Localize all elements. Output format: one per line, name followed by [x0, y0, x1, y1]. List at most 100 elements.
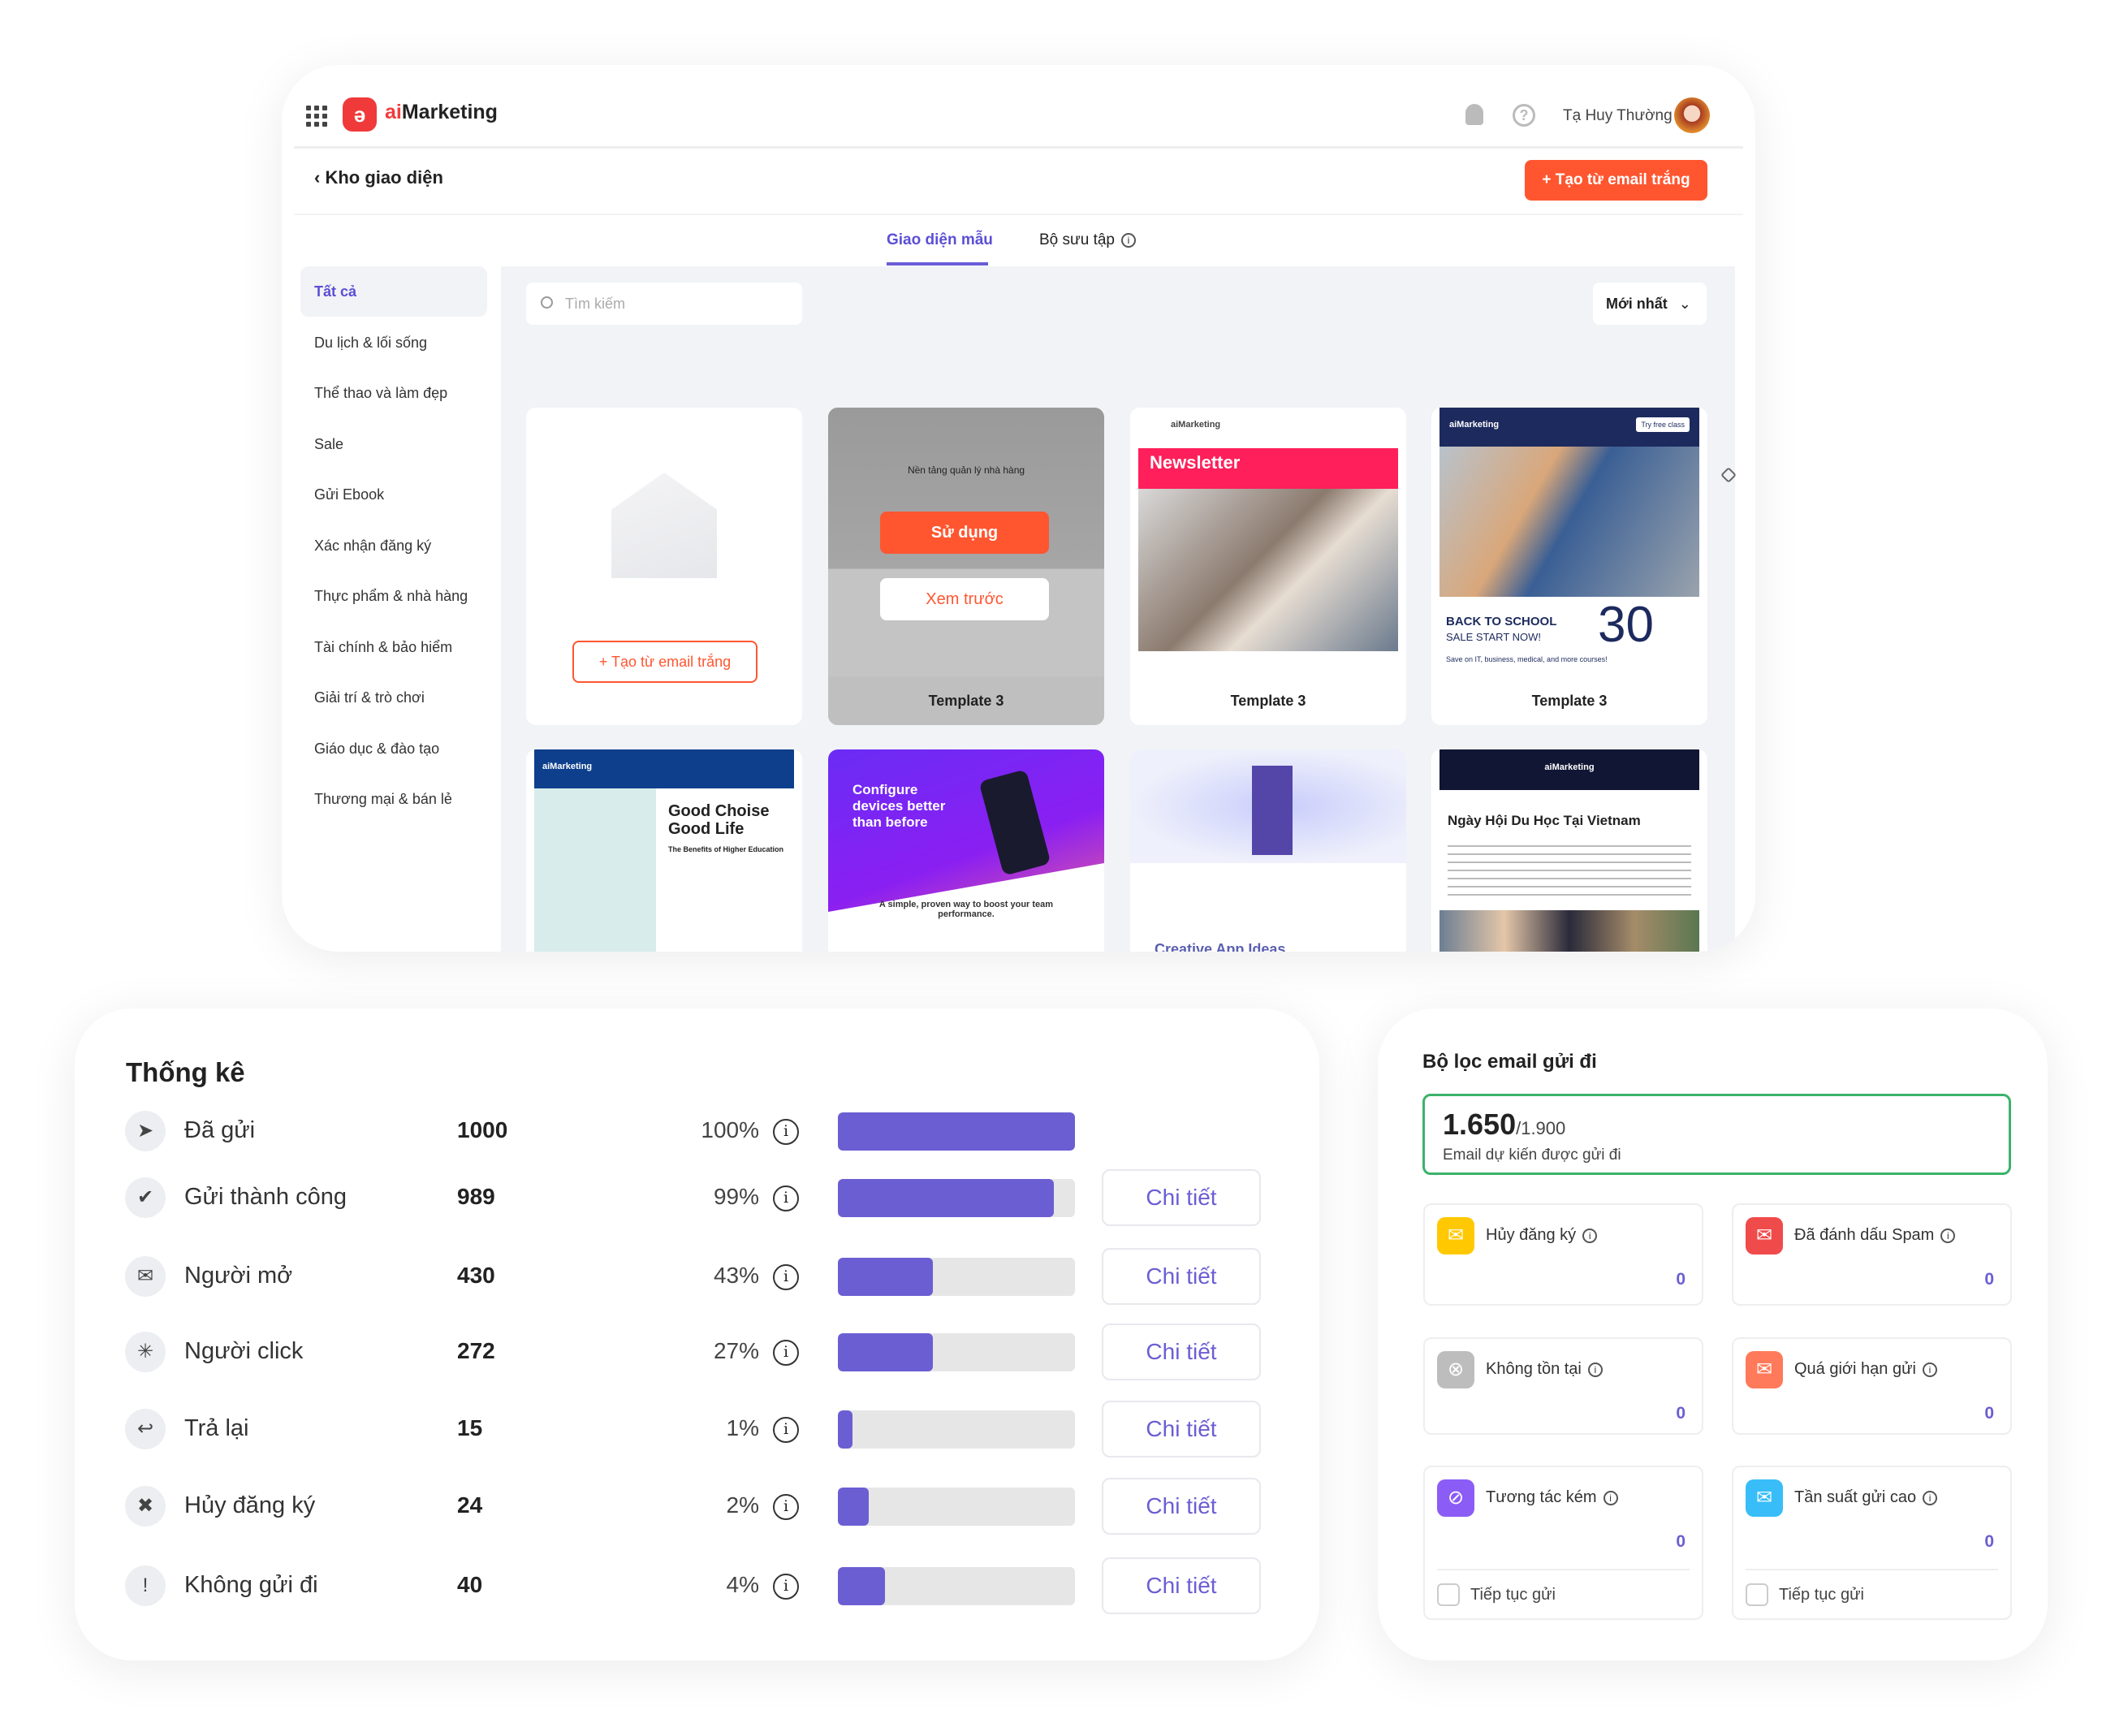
template-card[interactable]: Creative App Ideas — [1130, 749, 1406, 952]
continue-sending-checkbox[interactable] — [1437, 1583, 1460, 1606]
continue-sending-checkbox[interactable] — [1746, 1583, 1768, 1606]
blank-template-card[interactable]: + Tạo từ email trắng — [526, 408, 802, 725]
filter-label-text: Tần suất gửi cao — [1794, 1488, 1917, 1506]
info-icon[interactable]: i — [773, 1185, 799, 1211]
create-blank-email-button[interactable]: + Tạo từ email trắng — [1525, 160, 1707, 201]
detail-button[interactable]: Chi tiết — [1102, 1169, 1261, 1226]
filter-label-text: Quá giới hạn gửi — [1794, 1360, 1916, 1378]
thumbnail-heading: Configure devices better than before — [852, 782, 946, 830]
template-card[interactable]: aiMarketing Newsletter Template 3 — [1130, 408, 1406, 725]
divider — [294, 214, 1743, 215]
stat-progress-bar — [838, 1333, 1075, 1371]
stat-progress-bar — [838, 1410, 1075, 1449]
outgoing-email-filter-panel: Bộ lọc email gửi đi 1.650/1.900 Email dự… — [1378, 1008, 2048, 1660]
info-icon[interactable]: i — [773, 1340, 799, 1366]
use-template-button[interactable]: Sử dụng — [880, 512, 1049, 554]
continue-sending-label[interactable]: Tiếp tục gửi — [1779, 1586, 1864, 1604]
thumbnail-heading: BACK TO SCHOOL — [1446, 615, 1557, 628]
help-icon[interactable]: ? — [1513, 104, 1535, 127]
info-icon[interactable]: i — [1587, 1362, 1603, 1377]
sidebar-item[interactable]: Gửi Ebook — [300, 469, 487, 520]
filter-card: ⊘ Tương tác kém i 0 Tiếp tục gửi — [1423, 1466, 1703, 1620]
template-card[interactable]: aiMarketing Try free class BACK TO SCHOO… — [1431, 408, 1707, 725]
sidebar-item[interactable]: Giáo dục & đào tạo — [300, 723, 487, 774]
stat-progress-fill — [838, 1488, 869, 1526]
template-card[interactable]: Nền tảng quản lý nhà hàng Sử dụng Xem tr… — [828, 408, 1104, 725]
stat-label: Trả lại — [184, 1415, 249, 1441]
not-exist-search-icon: ⊗ — [1437, 1351, 1474, 1388]
sidebar-item[interactable]: Tất cả — [300, 266, 487, 317]
apps-grid-icon[interactable] — [306, 106, 327, 127]
info-icon[interactable]: i — [1603, 1490, 1618, 1505]
filter-label: Quá giới hạn gửi i — [1794, 1360, 1937, 1379]
info-icon[interactable]: i — [1940, 1228, 1956, 1243]
continue-sending-label[interactable]: Tiếp tục gửi — [1470, 1586, 1556, 1604]
sidebar-item[interactable]: Xác nhận đăng ký — [300, 520, 487, 571]
info-icon[interactable]: i — [773, 1574, 799, 1600]
high-frequency-mail-icon: ✉ — [1746, 1479, 1783, 1517]
info-icon[interactable]: i — [1922, 1362, 1937, 1377]
search-input[interactable]: Tìm kiếm — [526, 283, 802, 325]
sidebar-item[interactable]: Thực phẩm & nhà hàng — [300, 571, 487, 621]
stat-percent: 100% — [701, 1117, 759, 1142]
template-card[interactable]: aiMarketing Ngày Hội Du Học Tại Vietnam — [1431, 749, 1707, 952]
stat-row: ➤ Đã gửi 1000 100% i — [75, 1103, 1319, 1159]
preview-template-button[interactable]: Xem trước — [880, 578, 1049, 620]
stat-label: Đã gửi — [184, 1117, 256, 1143]
detail-button[interactable]: Chi tiết — [1102, 1324, 1261, 1380]
divider — [1746, 1569, 1998, 1570]
sidebar-item[interactable]: Du lịch & lối sống — [300, 317, 487, 368]
detail-button[interactable]: Chi tiết — [1102, 1478, 1261, 1535]
create-blank-email-button[interactable]: + Tạo từ email trắng — [572, 641, 758, 683]
check-message-icon: ✔ — [125, 1177, 166, 1218]
stat-value: 24 — [457, 1492, 483, 1518]
detail-button[interactable]: Chi tiết — [1102, 1248, 1261, 1305]
expected-emails-summary: 1.650/1.900 Email dự kiến được gửi đi — [1422, 1094, 2011, 1175]
info-icon[interactable]: i — [773, 1264, 799, 1290]
sidebar-item[interactable]: Sale — [300, 419, 487, 469]
stat-label: Người click — [184, 1338, 304, 1364]
tab-template[interactable]: Giao diện mẫu — [887, 231, 993, 249]
back-link[interactable]: ‹ Kho giao diện — [314, 167, 443, 188]
stat-label: Hủy đăng ký — [184, 1492, 316, 1518]
stat-percent: 99% — [713, 1184, 759, 1209]
detail-button[interactable]: Chi tiết — [1102, 1557, 1261, 1614]
thumbnail-logo-text: aiMarketing — [1449, 420, 1500, 430]
filter-count: 0 — [1676, 1532, 1686, 1551]
filter-label-text: Không tồn tại — [1486, 1360, 1582, 1378]
sidebar-item[interactable]: Thể thao và làm đẹp — [300, 368, 487, 418]
info-icon[interactable]: i — [773, 1119, 799, 1145]
thumbnail-note: Save on IT, business, medical, and more … — [1446, 655, 1608, 663]
bell-icon[interactable] — [1465, 104, 1483, 125]
tab-collection[interactable]: Bộ sưu tập i — [1039, 231, 1136, 249]
unsubscribe-mail-icon: ✉ — [1437, 1217, 1474, 1254]
thumbnail-logo-text: aiMarketing — [542, 762, 593, 771]
info-icon[interactable]: i — [773, 1417, 799, 1443]
sidebar-item[interactable]: Giải trí & trò chơi — [300, 672, 487, 723]
info-icon[interactable]: i — [773, 1494, 799, 1520]
tag-icon[interactable] — [1720, 467, 1737, 483]
thumbnail-subheading: SALE START NOW! — [1446, 631, 1542, 643]
sidebar-item[interactable]: Tài chính & bảo hiểm — [300, 622, 487, 672]
sort-dropdown[interactable]: Mới nhất ⌄ — [1593, 283, 1707, 325]
stat-progress-fill — [838, 1410, 852, 1449]
sidebar-item[interactable]: Thương mại & bán lẻ — [300, 774, 487, 824]
stat-progress-bar — [838, 1179, 1075, 1217]
info-icon[interactable]: i — [1923, 1490, 1938, 1505]
stat-progress-bar — [838, 1488, 1075, 1526]
info-icon[interactable]: i — [1121, 232, 1136, 248]
template-thumbnail: aiMarketing Try free class BACK TO SCHOO… — [1439, 408, 1699, 676]
thumbnail-photo — [1138, 489, 1398, 651]
filter-label: Hủy đăng ký i — [1486, 1226, 1598, 1245]
template-card[interactable]: Configure devices better than before A s… — [828, 749, 1104, 952]
template-thumbnail: aiMarketing Newsletter — [1138, 408, 1398, 676]
avatar[interactable] — [1674, 97, 1710, 133]
open-mail-icon: ✉ — [125, 1256, 166, 1297]
user-name[interactable]: Tạ Huy Thường — [1563, 107, 1673, 125]
detail-button[interactable]: Chi tiết — [1102, 1401, 1261, 1457]
divider — [1437, 1569, 1690, 1570]
info-icon[interactable]: i — [1582, 1228, 1598, 1243]
filter-label-text: Đã đánh dấu Spam — [1794, 1226, 1935, 1244]
stat-percent: 27% — [713, 1338, 759, 1363]
template-card[interactable]: aiMarketing Good Choise Good Life The Be… — [526, 749, 802, 952]
